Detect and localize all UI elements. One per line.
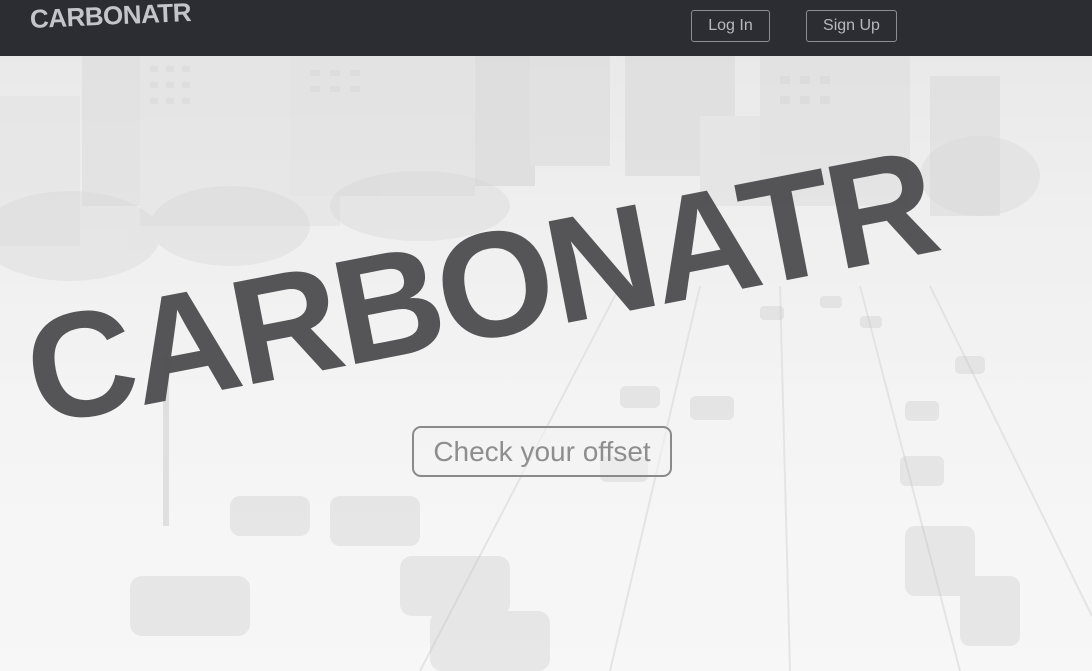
top-navbar: CARBONATR Log In Sign Up (0, 0, 1092, 56)
hero-section: CARBONATR (0, 56, 1092, 671)
landing-page: CARBONATR Log In Sign Up CARBONATR Check… (0, 0, 1092, 671)
signup-button[interactable]: Sign Up (806, 10, 897, 42)
check-offset-button[interactable]: Check your offset (412, 426, 672, 477)
brand-logo[interactable]: CARBONATR (29, 0, 191, 35)
login-button[interactable]: Log In (691, 10, 770, 42)
